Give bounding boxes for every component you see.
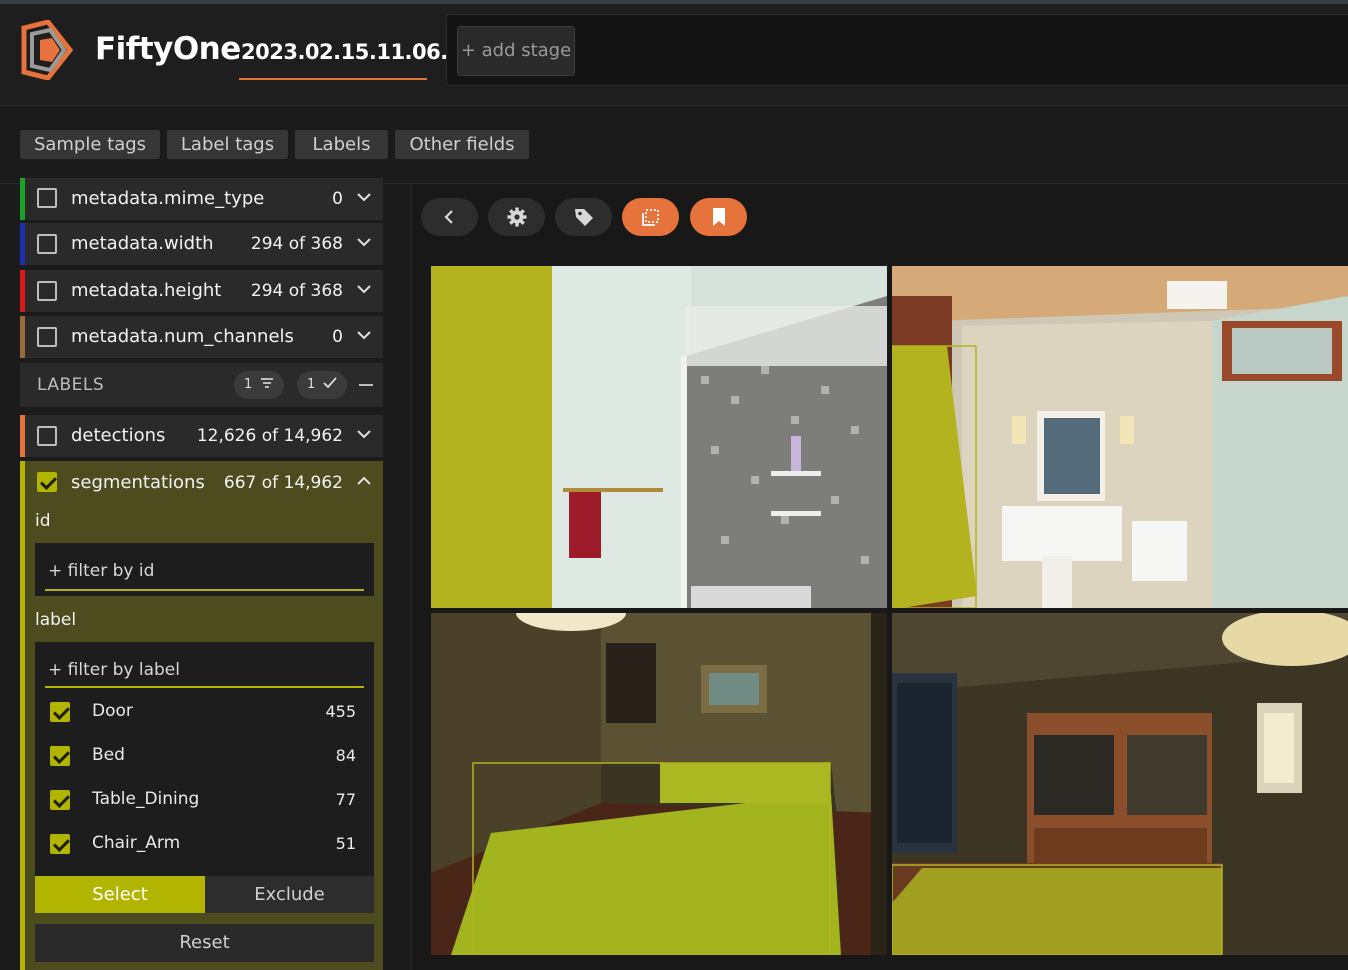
sample-thumbnail[interactable] bbox=[431, 266, 887, 608]
gear-icon bbox=[507, 207, 526, 227]
select-button[interactable]: Select bbox=[35, 876, 205, 913]
patches-button[interactable] bbox=[622, 198, 679, 236]
filter-count: 1 bbox=[244, 377, 253, 392]
input-underline bbox=[45, 589, 364, 591]
bookmark-icon bbox=[712, 208, 725, 226]
value-name: Chair_Arm bbox=[92, 833, 181, 853]
chevron-down-icon[interactable] bbox=[356, 281, 372, 297]
value-checkbox-checked[interactable] bbox=[50, 746, 70, 766]
toggle-sidebar-button[interactable] bbox=[421, 198, 478, 236]
chevron-down-icon[interactable] bbox=[356, 327, 372, 343]
field-name: metadata.height bbox=[71, 280, 222, 301]
field-row-mime-type[interactable]: metadata.mime_type 0 bbox=[20, 178, 383, 220]
field-color-strip bbox=[20, 270, 25, 312]
view-bar[interactable] bbox=[446, 14, 1348, 86]
value-count: 455 bbox=[325, 702, 356, 721]
field-color-strip bbox=[20, 316, 25, 358]
value-count: 84 bbox=[335, 746, 356, 765]
tab-label-tags[interactable]: Label tags bbox=[167, 130, 288, 159]
save-view-button[interactable] bbox=[690, 198, 747, 236]
field-checkbox-checked[interactable] bbox=[37, 472, 57, 492]
value-count: 51 bbox=[335, 834, 356, 853]
field-checkbox[interactable] bbox=[37, 281, 57, 301]
field-count: 12,626 of 14,962 bbox=[196, 426, 343, 446]
field-color-strip bbox=[20, 461, 25, 970]
field-count: 294 of 368 bbox=[250, 234, 343, 254]
value-count: 77 bbox=[335, 790, 356, 809]
visible-count: 1 bbox=[307, 377, 316, 392]
field-count: 0 bbox=[332, 327, 343, 347]
field-row-detections[interactable]: detections 12,626 of 14,962 bbox=[20, 415, 383, 457]
tab-other-fields[interactable]: Other fields bbox=[395, 130, 529, 159]
sample-thumbnail[interactable] bbox=[431, 613, 887, 955]
dataset-selector[interactable]: 2023.02.15.11.06.32 bbox=[241, 40, 476, 64]
filter-placeholder: + filter by label bbox=[48, 660, 180, 680]
value-checkbox-checked[interactable] bbox=[50, 790, 70, 810]
tab-labels[interactable]: Labels bbox=[295, 130, 388, 159]
input-underline bbox=[45, 686, 364, 688]
collapse-dash-icon[interactable] bbox=[359, 384, 373, 386]
field-color-strip bbox=[20, 415, 25, 457]
add-stage-button[interactable]: + add stage bbox=[457, 26, 575, 76]
dataset-underline bbox=[239, 78, 427, 80]
label-value-row[interactable]: Table_Dining 77 bbox=[35, 778, 374, 822]
value-name: Table_Dining bbox=[92, 789, 200, 809]
filter-placeholder: + filter by id bbox=[48, 561, 155, 581]
field-name: metadata.num_channels bbox=[71, 326, 294, 347]
tab-sample-tags[interactable]: Sample tags bbox=[20, 130, 160, 159]
reset-button[interactable]: Reset bbox=[35, 924, 374, 962]
filter-count-pill[interactable]: 1 bbox=[234, 371, 285, 399]
field-count: 0 bbox=[332, 189, 343, 209]
field-row-num-channels[interactable]: metadata.num_channels 0 bbox=[20, 316, 383, 358]
chevron-up-icon[interactable] bbox=[356, 473, 372, 489]
exclude-button[interactable]: Exclude bbox=[205, 876, 374, 913]
field-name: metadata.width bbox=[71, 233, 214, 254]
filter-by-label-input[interactable]: + filter by label bbox=[35, 642, 374, 690]
filter-by-id-input[interactable]: + filter by id bbox=[35, 543, 374, 596]
field-row-width[interactable]: metadata.width 294 of 368 bbox=[20, 223, 383, 265]
field-count: 294 of 368 bbox=[250, 281, 343, 301]
check-icon bbox=[323, 377, 338, 389]
value-name: Bed bbox=[92, 745, 125, 765]
chevron-down-icon[interactable] bbox=[356, 426, 372, 442]
field-count: 667 of 14,962 bbox=[223, 473, 343, 493]
tag-button[interactable] bbox=[555, 198, 612, 236]
value-checkbox-checked[interactable] bbox=[50, 834, 70, 854]
field-checkbox[interactable] bbox=[37, 234, 57, 254]
chevron-left-icon bbox=[443, 210, 453, 224]
sample-thumbnail[interactable] bbox=[892, 613, 1348, 955]
chevron-down-icon[interactable] bbox=[356, 234, 372, 250]
value-name: Door bbox=[92, 701, 133, 721]
field-name: metadata.mime_type bbox=[71, 188, 265, 209]
crop-patches-icon bbox=[641, 209, 659, 226]
labels-group-header[interactable]: LABELS 1 1 bbox=[20, 363, 383, 407]
label-section-label: label bbox=[35, 610, 77, 630]
list-spacer bbox=[35, 866, 374, 876]
sample-thumbnail[interactable] bbox=[892, 266, 1348, 608]
field-color-strip bbox=[20, 223, 25, 265]
label-value-row[interactable]: Chair_Arm 51 bbox=[35, 822, 374, 866]
brand-name: FiftyOne bbox=[95, 31, 241, 67]
value-checkbox-checked[interactable] bbox=[50, 702, 70, 722]
field-name: detections bbox=[71, 425, 166, 446]
settings-button[interactable] bbox=[488, 198, 545, 236]
chevron-down-icon[interactable] bbox=[356, 189, 372, 205]
label-value-row[interactable]: Bed 84 bbox=[35, 734, 374, 778]
fiftyone-logo[interactable] bbox=[18, 19, 76, 81]
field-row-height[interactable]: metadata.height 294 of 368 bbox=[20, 270, 383, 312]
field-checkbox[interactable] bbox=[37, 327, 57, 347]
labels-group-title: LABELS bbox=[37, 375, 105, 395]
field-checkbox[interactable] bbox=[37, 426, 57, 446]
field-checkbox[interactable] bbox=[37, 188, 57, 208]
filter-lines-icon bbox=[261, 378, 274, 388]
tag-icon bbox=[574, 209, 593, 226]
field-color-strip bbox=[20, 178, 25, 220]
visible-count-pill[interactable]: 1 bbox=[297, 371, 348, 399]
label-value-row[interactable]: Door 455 bbox=[35, 690, 374, 734]
field-name: segmentations bbox=[71, 472, 205, 493]
id-section-label: id bbox=[35, 511, 51, 531]
